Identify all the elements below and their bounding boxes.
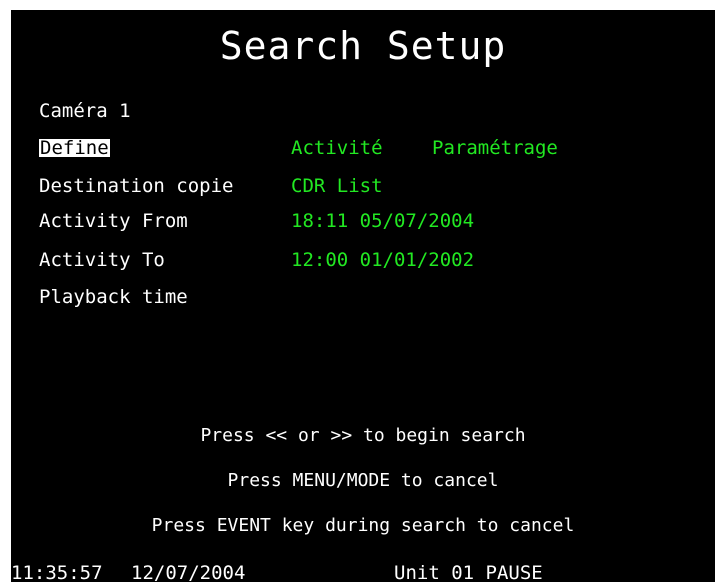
playback-label: Playback time bbox=[39, 286, 188, 308]
status-time: 11:35:57 bbox=[11, 562, 103, 582]
help-line-event-cancel: Press EVENT key during search to cancel bbox=[151, 515, 575, 536]
help-line-cancel: Press MENU/MODE to cancel bbox=[227, 470, 499, 491]
activity-from-label: Activity From bbox=[39, 210, 188, 232]
status-unit: Unit 01 PAUSE bbox=[394, 562, 543, 582]
define-label[interactable]: Define bbox=[39, 139, 110, 158]
activity-to-label: Activity To bbox=[39, 249, 165, 271]
page-title: Search Setup bbox=[219, 24, 507, 68]
dvr-osd-screen: Search Setup Caméra 1 Define Activité Pa… bbox=[11, 10, 715, 582]
define-value-activity[interactable]: Activité bbox=[291, 133, 383, 163]
camera-row: Caméra 1 bbox=[39, 96, 131, 126]
activity-from-value[interactable]: 18:11 05/07/2004 bbox=[291, 206, 474, 236]
camera-label: Caméra 1 bbox=[39, 100, 131, 122]
playback-row[interactable]: Playback time bbox=[39, 282, 188, 312]
status-date: 12/07/2004 bbox=[131, 562, 246, 582]
destination-row[interactable]: Destination copie CDR List bbox=[39, 171, 383, 201]
activity-from-row[interactable]: Activity From 18:11 05/07/2004 bbox=[39, 206, 474, 236]
define-value-settings[interactable]: Paramétrage bbox=[432, 133, 558, 163]
destination-label: Destination copie bbox=[39, 175, 234, 197]
activity-to-row[interactable]: Activity To 12:00 01/01/2002 bbox=[39, 245, 474, 275]
help-line-begin-search: Press << or >> to begin search bbox=[200, 425, 526, 446]
define-row[interactable]: Define Activité Paramétrage bbox=[39, 133, 558, 163]
destination-value[interactable]: CDR List bbox=[291, 171, 383, 201]
help-text: Press << or >> to begin search Press MEN… bbox=[11, 398, 715, 563]
activity-to-value[interactable]: 12:00 01/01/2002 bbox=[291, 245, 474, 275]
